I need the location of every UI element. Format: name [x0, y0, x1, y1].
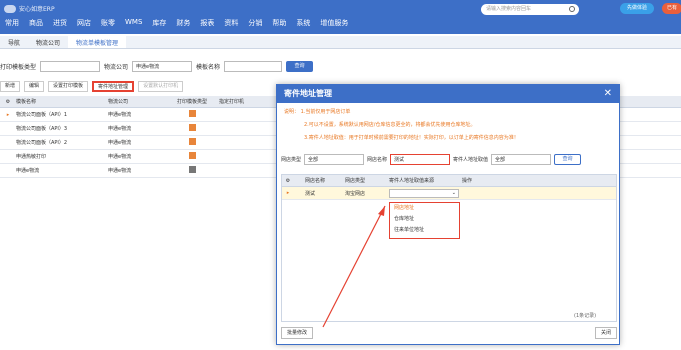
nav-item[interactable]: 报表 — [195, 16, 219, 32]
nav-item[interactable]: 网店 — [72, 16, 96, 32]
label: 网店名称 — [367, 157, 388, 163]
template-type-icon — [165, 152, 219, 161]
note-label: 说明： — [284, 109, 300, 115]
label: 网店类型 — [281, 157, 302, 163]
main-nav: 常用 商品 进货 网店 账零 WMS 库存 财务 报表 资料 分销 帮助 系统 … — [0, 16, 353, 32]
dialog-grid: ⚙ 网店名称 网店类型 寄件人地址取值来源 操作 ▸ 测试 淘宝网店 ⌄ — [281, 174, 617, 322]
cell: 申通e物流 — [108, 126, 132, 132]
nav-item[interactable]: 资料 — [219, 16, 243, 32]
record-count: (1条记录) — [574, 313, 597, 319]
nav-item[interactable]: 帮助 — [267, 16, 291, 32]
col-header: 模板名称 — [16, 99, 37, 105]
toolbar: 新增 编辑 设置打印模板 寄件地址管理 设置默认打印机 — [0, 78, 184, 94]
col-header: 寄件人地址取值来源 — [389, 178, 435, 184]
search-icon[interactable] — [569, 6, 575, 12]
template-type-icon — [165, 138, 219, 147]
nav-item[interactable]: 财务 — [171, 16, 195, 32]
upgrade-button[interactable]: 先做体验 — [620, 3, 654, 14]
address-source-select[interactable]: 全部 — [491, 154, 552, 165]
edit-button[interactable]: 编辑 — [24, 80, 45, 92]
template-type-select[interactable] — [40, 60, 101, 72]
default-printer-button[interactable]: 设置默认打印机 — [138, 80, 184, 92]
batch-edit-button[interactable]: 批量修改 — [281, 327, 314, 339]
top-bar: 安心如意ERP 常用 商品 进货 网店 账零 WMS 库存 财务 报表 资料 分… — [0, 0, 681, 34]
col-header: 物流公司 — [108, 99, 129, 105]
note-line: 2.可以不设置，系统默认用网店/仓库信息更全的，将都会优先使用仓库地址。 — [304, 122, 476, 128]
label: 模板名称 — [196, 63, 221, 71]
template-name-input[interactable] — [224, 60, 283, 72]
col-header: 打印模板类型 — [176, 99, 207, 105]
filter-bar: 打印模板类型 物流公司 申通e物流 模板名称 查询 — [0, 58, 314, 74]
cell: 申通热敏打印 — [16, 154, 47, 160]
col-header: 操作 — [462, 178, 473, 184]
shop-type-select[interactable]: 全部 — [304, 154, 365, 165]
cell: 申通e物流 — [108, 154, 132, 160]
set-template-button[interactable]: 设置打印模板 — [48, 80, 89, 92]
dialog-title: 寄件地址管理 ✕ — [277, 85, 619, 103]
tab-template[interactable]: 物流单模板管理 — [68, 36, 127, 48]
cell: 申通e物流 — [108, 140, 132, 146]
col-header: 网店名称 — [305, 178, 326, 184]
tab-bar: 导航 物流公司 物流单模板管理 — [0, 36, 681, 49]
nav-item[interactable]: 分销 — [243, 16, 267, 32]
option-shop-address[interactable]: 网店地址 — [390, 203, 459, 214]
address-source-cell[interactable]: ⌄ — [389, 188, 462, 198]
template-type-icon — [165, 110, 219, 119]
nav-item[interactable]: 常用 — [0, 16, 24, 32]
cell: 物流公司面板（API）3 — [16, 126, 68, 132]
cell: 淘宝网店 — [345, 190, 366, 197]
cell: 物流公司面板（API）2 — [16, 140, 68, 146]
note-line: 3.寄件人地址取值：用于打单时候前需要打印的地址！实际打印，以订单上的寄件信息内… — [304, 135, 519, 141]
close-icon[interactable]: ✕ — [604, 85, 612, 103]
logistics-select[interactable]: 申通e物流 — [132, 60, 193, 72]
dialog-notes: 说明： 1.当前仅用于网店订单 2.可以不设置，系统默认用网店/仓库信息更全的，… — [277, 103, 619, 148]
template-type-icon — [165, 166, 219, 175]
account-button[interactable]: 已有 — [662, 3, 681, 14]
row-pointer-icon: ▸ — [6, 111, 10, 118]
dialog-grid-header: ⚙ 网店名称 网店类型 寄件人地址取值来源 操作 — [282, 175, 616, 187]
cell: 申通e物流 — [16, 168, 40, 174]
tab-home[interactable]: 导航 — [0, 36, 28, 48]
note-line: 1.当前仅用于网店订单 — [300, 109, 351, 115]
tab-logistics[interactable]: 物流公司 — [28, 36, 68, 48]
table-row[interactable]: ▸ 测试 淘宝网店 ⌄ — [282, 187, 616, 200]
option-partner-address[interactable]: 往来单位地址 — [390, 225, 459, 236]
nav-item[interactable]: 商品 — [24, 16, 48, 32]
cell: 测试 — [305, 190, 316, 197]
query-button[interactable]: 查询 — [286, 60, 314, 72]
col-header: 网店类型 — [345, 178, 366, 184]
cell: 物流公司面板（API）1 — [16, 112, 68, 118]
label: 物流公司 — [104, 63, 129, 71]
gear-icon[interactable]: ⚙ — [0, 99, 16, 105]
dialog-query-button[interactable]: 查询 — [554, 154, 582, 165]
dialog-footer: 批量修改 关闭 — [281, 324, 617, 342]
row-pointer-icon: ▸ — [286, 190, 290, 196]
cloud-icon — [4, 4, 16, 13]
address-source-dropdown: 网店地址 仓库地址 往来单位地址 — [389, 202, 460, 239]
label: 打印模板类型 — [0, 63, 37, 71]
dialog-filters: 网店类型 全部 网店名称 测试 寄件人地址取值 全部 查询 — [281, 154, 582, 165]
search-input[interactable]: 请输入搜索内容回车 — [481, 4, 579, 15]
sender-address-button[interactable]: 寄件地址管理 — [92, 80, 135, 92]
nav-item[interactable]: 账零 — [96, 16, 120, 32]
label: 寄件人地址取值 — [453, 157, 489, 163]
logo: 安心如意ERP — [4, 4, 55, 13]
nav-item[interactable]: 增值服务 — [315, 16, 353, 32]
template-type-icon — [165, 124, 219, 133]
add-button[interactable]: 新增 — [0, 80, 21, 92]
shop-name-select[interactable]: 测试 — [390, 154, 451, 165]
cell: 申通e物流 — [108, 112, 132, 118]
close-button[interactable]: 关闭 — [594, 327, 617, 339]
gear-icon[interactable]: ⚙ — [282, 178, 294, 184]
nav-item[interactable]: 库存 — [147, 16, 171, 32]
nav-item[interactable]: 系统 — [291, 16, 315, 32]
nav-item[interactable]: 进货 — [48, 16, 72, 32]
option-warehouse-address[interactable]: 仓库地址 — [390, 214, 459, 225]
nav-item[interactable]: WMS — [120, 16, 147, 32]
cell: 申通e物流 — [108, 168, 132, 174]
sender-address-dialog: 寄件地址管理 ✕ 说明： 1.当前仅用于网店订单 2.可以不设置，系统默认用网店/… — [276, 84, 620, 345]
